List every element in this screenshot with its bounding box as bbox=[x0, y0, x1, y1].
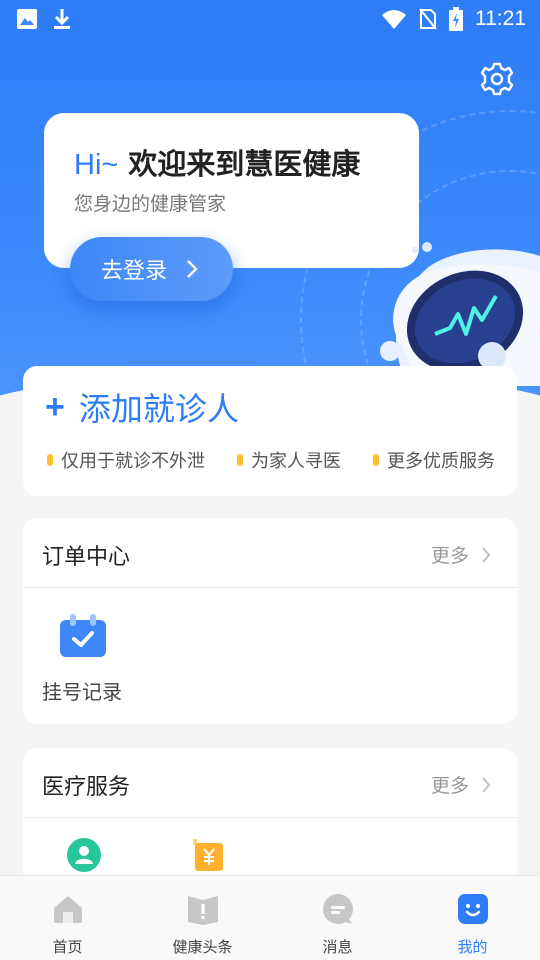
perk-text: 更多优质服务 bbox=[387, 451, 495, 472]
image-icon bbox=[17, 9, 37, 29]
perk-item: 更多优质服务 bbox=[373, 447, 495, 473]
perk-item: 为家人寻医 bbox=[237, 447, 341, 473]
settings-button[interactable] bbox=[479, 61, 515, 97]
order-center-title: 订单中心 bbox=[42, 545, 131, 570]
login-label: 去登录 bbox=[101, 259, 168, 284]
yuan-receipt-icon[interactable] bbox=[191, 837, 227, 873]
more-label: 更多 bbox=[430, 775, 469, 797]
nav-mine-label: 我的 bbox=[457, 938, 488, 956]
status-time: 11:21 bbox=[475, 7, 526, 30]
download-icon bbox=[54, 9, 70, 29]
nav-messages[interactable]: 消息 bbox=[270, 876, 405, 960]
nav-home-label: 首页 bbox=[52, 938, 83, 956]
nav-mine[interactable]: 我的 bbox=[405, 876, 540, 960]
more-label: 更多 bbox=[430, 545, 469, 567]
nav-home[interactable]: 首页 bbox=[0, 876, 135, 960]
greeting-prefix: Hi~ bbox=[74, 149, 119, 181]
add-patient-label: 添加就诊人 bbox=[78, 390, 239, 428]
registration-record-label[interactable]: 挂号记录 bbox=[42, 676, 122, 705]
news-icon bbox=[187, 896, 218, 925]
message-icon bbox=[322, 894, 353, 924]
bullet-dot-icon bbox=[373, 454, 379, 466]
chevron-right-icon bbox=[482, 546, 491, 563]
add-patient-card[interactable]: + 添加就诊人 仅用于就诊不外泄 为家人寻医 更多优质服务 bbox=[23, 366, 517, 496]
welcome-subtitle: 您身边的健康管家 bbox=[74, 193, 227, 215]
gear-icon bbox=[480, 62, 514, 96]
greeting-main: 欢迎来到慧医健康 bbox=[128, 147, 361, 181]
login-button[interactable]: 去登录 bbox=[70, 237, 233, 301]
order-center-card: 订单中心 更多 挂号记录 bbox=[23, 518, 517, 724]
plus-icon: + bbox=[45, 387, 65, 426]
profile-icon bbox=[457, 894, 488, 924]
medical-service-more-link[interactable]: 更多 bbox=[431, 771, 491, 798]
no-sim-icon bbox=[419, 8, 437, 30]
calendar-check-icon[interactable] bbox=[58, 613, 108, 659]
order-center-more-link[interactable]: 更多 bbox=[431, 541, 491, 568]
user-circle-icon[interactable] bbox=[66, 837, 102, 873]
battery-charging-icon bbox=[449, 7, 463, 31]
perk-text: 仅用于就诊不外泄 bbox=[61, 451, 205, 472]
nav-health-news-label: 健康头条 bbox=[172, 938, 233, 956]
wifi-icon bbox=[382, 10, 406, 29]
home-icon bbox=[53, 896, 82, 923]
add-patient-title: + 添加就诊人 bbox=[45, 384, 239, 430]
perk-item: 仅用于就诊不外泄 bbox=[47, 447, 205, 473]
status-bar: 11:21 bbox=[0, 0, 540, 38]
order-center-header: 订单中心 更多 bbox=[23, 518, 517, 588]
medical-service-header: 医疗服务 更多 bbox=[23, 748, 517, 818]
perk-text: 为家人寻医 bbox=[251, 451, 341, 472]
nav-health-news[interactable]: 健康头条 bbox=[135, 876, 270, 960]
welcome-title: Hi~ 欢迎来到慧医健康 bbox=[74, 141, 360, 183]
robot-mascot-icon bbox=[380, 242, 540, 386]
bottom-nav: 首页 健康头条 消息 我的 bbox=[0, 875, 540, 960]
chevron-right-icon bbox=[187, 260, 198, 278]
bullet-dot-icon bbox=[237, 454, 243, 466]
bullet-dot-icon bbox=[47, 454, 53, 466]
nav-messages-label: 消息 bbox=[322, 938, 353, 956]
chevron-right-icon bbox=[482, 776, 491, 793]
medical-service-title: 医疗服务 bbox=[42, 775, 131, 800]
